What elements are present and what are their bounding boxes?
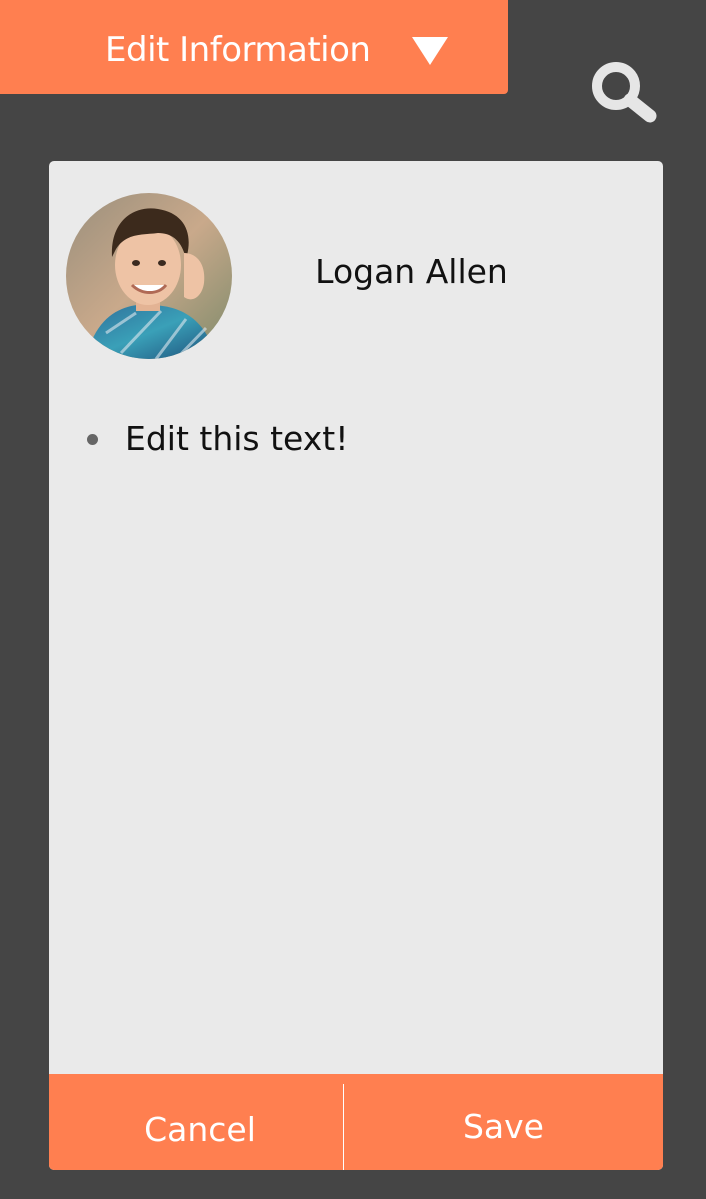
save-button[interactable]: Save [344, 1074, 663, 1170]
bullet-icon [87, 433, 98, 445]
header-title: Edit Information [105, 30, 371, 70]
action-bar: Cancel Save [49, 1074, 663, 1170]
editable-note-text[interactable]: Edit this text! [125, 417, 348, 461]
profile-card: Logan Allen Edit this text! Cancel Save [49, 161, 663, 1170]
edit-information-dropdown[interactable]: Edit Information [0, 0, 508, 94]
search-icon[interactable] [586, 56, 662, 124]
profile-name: Logan Allen [315, 252, 508, 291]
list-item: Edit this text! [87, 416, 348, 462]
avatar [66, 193, 232, 359]
profile-photo [66, 193, 232, 359]
note-list: Edit this text! [87, 416, 348, 462]
cancel-button[interactable]: Cancel [49, 1074, 343, 1170]
triangle-down-icon [412, 37, 448, 65]
